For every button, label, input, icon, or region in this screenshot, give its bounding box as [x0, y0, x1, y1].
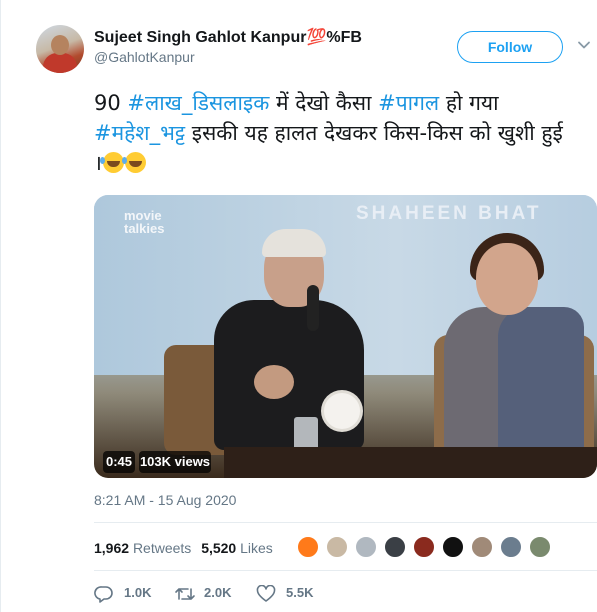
video-player[interactable]: SHAHEEN BHAT movie talkies 0:45 103K vie…	[94, 195, 597, 478]
retweet-button[interactable]: 2.0K	[174, 584, 244, 604]
tweet-text-segment: में देखो कैसा	[269, 91, 379, 115]
likes-label: Likes	[240, 540, 273, 556]
user-name-text: Sujeet Singh Gahlot Kanpur	[94, 29, 307, 46]
likes-stat[interactable]: 5,520 Likes	[201, 540, 273, 556]
video-views: 103K views	[139, 451, 211, 473]
panelist-head	[476, 243, 538, 315]
liker-avatar[interactable]	[355, 536, 377, 558]
speaker-hand	[254, 365, 294, 399]
retweets-count: 1,962	[94, 540, 130, 556]
tweet-text-segment: 90	[94, 91, 128, 115]
like-icon	[256, 585, 276, 602]
liker-avatar[interactable]	[297, 536, 319, 558]
retweet-count: 2.0K	[204, 585, 232, 600]
divider	[94, 570, 597, 571]
flower-vase	[324, 393, 360, 429]
liker-avatar[interactable]	[529, 536, 551, 558]
tweet-card: Sujeet Singh Gahlot Kanpur💯%FB @GahlotKa…	[0, 0, 597, 612]
channel-logo-line: talkies	[124, 221, 165, 236]
rofl-emoji-icon	[99, 152, 124, 173]
retweet-icon	[175, 588, 195, 600]
liker-avatar[interactable]	[442, 536, 464, 558]
engagement-stats: 1,962 Retweets 5,520 Likes	[94, 540, 279, 556]
avatar-body	[43, 53, 77, 73]
channel-logo: movie talkies	[124, 209, 164, 235]
user-handle[interactable]: @GahlotKanpur	[94, 49, 195, 65]
reply-icon	[94, 586, 113, 603]
hashtag-link[interactable]: #लाख_डिसलाइक	[127, 91, 269, 115]
like-count: 5.5K	[286, 585, 314, 600]
user-name-suffix: %FB	[326, 29, 362, 46]
user-name[interactable]: Sujeet Singh Gahlot Kanpur💯%FB	[94, 27, 362, 47]
likes-count: 5,520	[201, 540, 237, 556]
reply-button[interactable]: 1.0K	[94, 584, 164, 604]
reply-count: 1.0K	[124, 585, 152, 600]
table	[224, 447, 597, 478]
tweet-timestamp[interactable]: 8:21 AM - 15 Aug 2020	[94, 492, 236, 508]
liker-avatar[interactable]	[500, 536, 522, 558]
panelist-figure	[434, 215, 594, 478]
caret-down-icon[interactable]	[577, 38, 591, 52]
hundred-points-emoji: 💯	[306, 29, 327, 46]
liker-avatar[interactable]	[326, 536, 348, 558]
like-button[interactable]: 5.5K	[256, 584, 326, 604]
divider	[94, 522, 597, 523]
avatar-face	[51, 35, 69, 55]
panelist-shawl	[498, 307, 584, 457]
avatar[interactable]	[36, 25, 84, 73]
hashtag-link[interactable]: #महेश_भट्ट	[94, 121, 185, 145]
tweet-text: 90 #लाख_डिसलाइक में देखो कैसा #पागल हो ग…	[94, 88, 574, 178]
follow-button[interactable]: Follow	[457, 31, 563, 63]
speaker-hair	[262, 229, 326, 257]
retweets-stat[interactable]: 1,962 Retweets	[94, 540, 191, 556]
liker-avatar[interactable]	[413, 536, 435, 558]
hashtag-link[interactable]: #पागल	[378, 91, 439, 115]
tweet-text-segment: हो गया	[439, 91, 499, 115]
retweets-label: Retweets	[132, 540, 192, 556]
microphone	[307, 285, 319, 331]
liker-avatar[interactable]	[471, 536, 493, 558]
video-duration: 0:45	[103, 451, 135, 473]
rofl-emoji-icon	[121, 152, 146, 173]
liker-avatar[interactable]	[384, 536, 406, 558]
